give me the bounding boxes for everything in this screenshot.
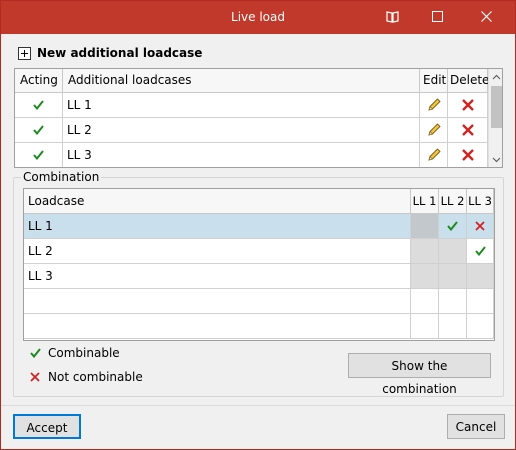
- empty-cell: [24, 289, 411, 313]
- table-row[interactable]: LL 2: [24, 239, 494, 264]
- pencil-icon: [427, 98, 441, 111]
- combination-cell: [467, 264, 494, 288]
- legend-combinable-label: Combinable: [48, 346, 120, 360]
- cross-icon: [27, 372, 43, 382]
- scroll-up-button[interactable]: [489, 69, 502, 84]
- new-loadcase-label: New additional loadcase: [37, 46, 203, 60]
- maximize-icon: [432, 11, 443, 22]
- table-row[interactable]: LL 1: [15, 93, 488, 118]
- empty-cell: [467, 314, 494, 338]
- loadcase-name[interactable]: LL 2: [63, 118, 420, 142]
- empty-cell: [411, 314, 439, 338]
- close-button[interactable]: [464, 1, 510, 34]
- pencil-icon: [427, 123, 441, 136]
- table-header: Acting Additional loadcases Edit Delete: [15, 69, 489, 93]
- header-ll1[interactable]: LL 1: [411, 189, 439, 214]
- delete-button[interactable]: [448, 118, 488, 142]
- delete-x-icon: [461, 99, 474, 111]
- header-ll2[interactable]: LL 2: [439, 189, 467, 214]
- check-icon: [33, 150, 44, 160]
- scroll-down-button[interactable]: [489, 152, 502, 167]
- edit-button[interactable]: [420, 93, 448, 117]
- cross-icon: [475, 221, 485, 231]
- delete-button[interactable]: [448, 93, 488, 117]
- pencil-icon: [427, 148, 441, 161]
- combination-cell[interactable]: [467, 239, 494, 263]
- edit-button[interactable]: [420, 143, 448, 167]
- check-icon: [474, 246, 486, 256]
- check-icon: [33, 100, 44, 110]
- footer-divider: [1, 405, 515, 406]
- empty-row: [24, 314, 494, 339]
- dialog-window: Live load New additional loadcase Acting…: [0, 0, 516, 450]
- combination-cell: [411, 239, 439, 263]
- scroll-down-icon: [492, 157, 501, 162]
- table-row[interactable]: LL 2: [15, 118, 488, 143]
- cancel-button[interactable]: Cancel: [447, 414, 505, 439]
- legend-not-combinable-label: Not combinable: [48, 370, 143, 384]
- header-additional-loadcases[interactable]: Additional loadcases: [63, 69, 420, 93]
- empty-row: [24, 289, 494, 314]
- header-acting[interactable]: Acting: [15, 69, 63, 93]
- title-bar: Live load: [1, 1, 515, 34]
- plus-icon: [18, 46, 31, 60]
- help-button[interactable]: [369, 1, 415, 34]
- table-row[interactable]: LL 1: [24, 214, 494, 239]
- check-icon: [27, 348, 43, 358]
- combination-cell: [439, 239, 467, 263]
- table-header: Loadcase LL 1 LL 2 LL 3: [24, 189, 494, 214]
- combination-cell: [411, 264, 439, 288]
- legend-not-combinable: Not combinable: [27, 369, 143, 385]
- combination-cell: [411, 214, 439, 238]
- empty-cell: [439, 289, 467, 313]
- table-row[interactable]: LL 3: [24, 264, 494, 289]
- header-edit[interactable]: Edit: [420, 69, 448, 93]
- edit-button[interactable]: [420, 118, 448, 142]
- loadcase-name[interactable]: LL 1: [24, 214, 411, 238]
- scroll-thumb[interactable]: [491, 86, 502, 128]
- combination-legend: Combination: [21, 170, 102, 184]
- delete-x-icon: [461, 149, 474, 161]
- delete-button[interactable]: [448, 143, 488, 167]
- empty-cell: [411, 289, 439, 313]
- check-icon: [447, 221, 458, 231]
- combination-cell[interactable]: [467, 214, 494, 238]
- book-icon: [386, 11, 399, 23]
- acting-toggle[interactable]: [15, 118, 63, 142]
- combination-cell[interactable]: [439, 214, 467, 238]
- loadcase-name[interactable]: LL 2: [24, 239, 411, 263]
- legend-combinable: Combinable: [27, 345, 120, 361]
- header-delete[interactable]: Delete: [448, 69, 489, 93]
- empty-cell: [24, 314, 411, 338]
- combination-table: Loadcase LL 1 LL 2 LL 3 LL 1 LL 2 LL 3: [23, 188, 495, 341]
- loadcase-name[interactable]: LL 3: [63, 143, 420, 167]
- vertical-scrollbar[interactable]: [488, 69, 502, 167]
- close-icon: [481, 11, 492, 22]
- combination-cell: [439, 264, 467, 288]
- check-icon: [33, 125, 44, 135]
- show-combination-button[interactable]: Show the combination: [348, 353, 491, 396]
- scroll-up-icon: [492, 74, 501, 79]
- header-loadcase[interactable]: Loadcase: [24, 189, 411, 214]
- loadcase-name[interactable]: LL 3: [24, 264, 411, 288]
- maximize-button[interactable]: [415, 1, 461, 34]
- header-ll3[interactable]: LL 3: [467, 189, 494, 214]
- empty-cell: [439, 314, 467, 338]
- new-loadcase-button[interactable]: New additional loadcase: [18, 44, 202, 62]
- accept-button[interactable]: Accept: [13, 414, 81, 439]
- empty-cell: [467, 289, 494, 313]
- table-row[interactable]: LL 3: [15, 143, 488, 167]
- additional-loadcases-table: Acting Additional loadcases Edit Delete …: [14, 68, 503, 168]
- acting-toggle[interactable]: [15, 93, 63, 117]
- delete-x-icon: [461, 124, 474, 136]
- loadcase-name[interactable]: LL 1: [63, 93, 420, 117]
- acting-toggle[interactable]: [15, 143, 63, 167]
